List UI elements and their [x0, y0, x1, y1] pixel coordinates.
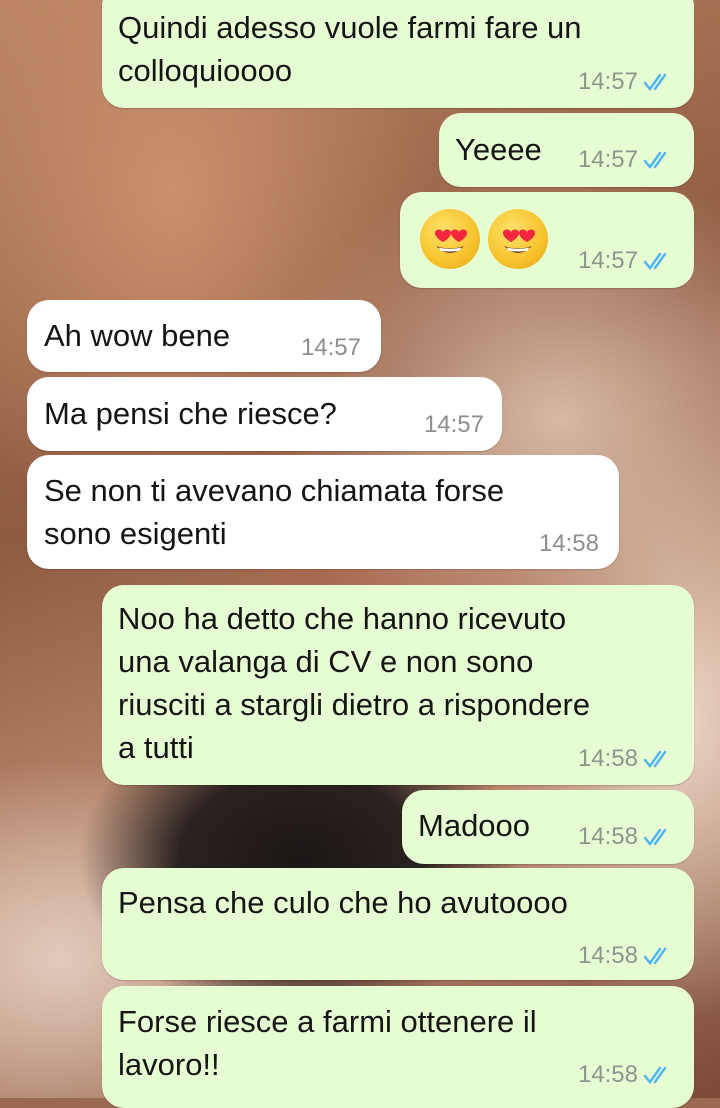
message-timestamp: 14:58 [538, 530, 599, 557]
message-bubble-outgoing[interactable]: 😍😍 14:57 [400, 192, 694, 288]
read-double-check-icon [643, 151, 667, 169]
message-bubble-outgoing[interactable]: Pensa che culo che ho avutoooo 14:58 [102, 868, 694, 980]
message-timestamp: 14:58 [577, 745, 638, 772]
message-bubble-outgoing[interactable]: Madooo 14:58 [402, 790, 694, 864]
message-timestamp: 14:57 [577, 247, 638, 274]
message-timestamp: 14:57 [577, 68, 638, 95]
message-bubble-incoming[interactable]: Ma pensi che riesce? 14:57 [27, 377, 502, 451]
message-text: Ah wow bene [44, 318, 231, 353]
message-text: Madooo [418, 808, 531, 843]
message-text: Yeeee [455, 132, 542, 167]
message-text: Noo ha detto che hanno ricevuto una vala… [118, 601, 591, 765]
message-bubble-outgoing[interactable]: Noo ha detto che hanno ricevuto una vala… [102, 585, 694, 785]
read-double-check-icon [643, 73, 667, 91]
read-double-check-icon [643, 947, 667, 965]
message-text: Forse riesce a farmi ottenere il lavoro!… [118, 1004, 537, 1082]
message-text: Ma pensi che riesce? [44, 396, 337, 431]
message-text: Se non ti avevano chiamata forse sono es… [44, 473, 505, 551]
message-timestamp: 14:58 [577, 823, 638, 850]
message-text: Quindi adesso vuole farmi fare un colloq… [118, 10, 582, 88]
message-bubble-incoming[interactable]: Se non ti avevano chiamata forse sono es… [27, 455, 619, 569]
message-timestamp: 14:57 [300, 334, 361, 361]
heart-eyes-emoji-icon [420, 209, 480, 269]
heart-eyes-emoji-icon [488, 209, 548, 269]
message-bubble-outgoing[interactable]: Yeeee 14:57 [439, 113, 694, 187]
message-bubble-outgoing[interactable]: Forse riesce a farmi ottenere il lavoro!… [102, 986, 694, 1108]
message-bubble-outgoing[interactable]: Quindi adesso vuole farmi fare un colloq… [102, 0, 694, 108]
message-timestamp: 14:58 [577, 942, 638, 969]
read-double-check-icon [643, 1066, 667, 1084]
message-timestamp: 14:57 [577, 146, 638, 173]
message-timestamp: 14:58 [577, 1061, 638, 1088]
message-timestamp: 14:57 [423, 411, 484, 438]
message-text: Pensa che culo che ho avutoooo [118, 885, 568, 920]
message-bubble-incoming[interactable]: Ah wow bene 14:57 [27, 300, 381, 372]
read-double-check-icon [643, 750, 667, 768]
read-double-check-icon [643, 252, 667, 270]
read-double-check-icon [643, 828, 667, 846]
